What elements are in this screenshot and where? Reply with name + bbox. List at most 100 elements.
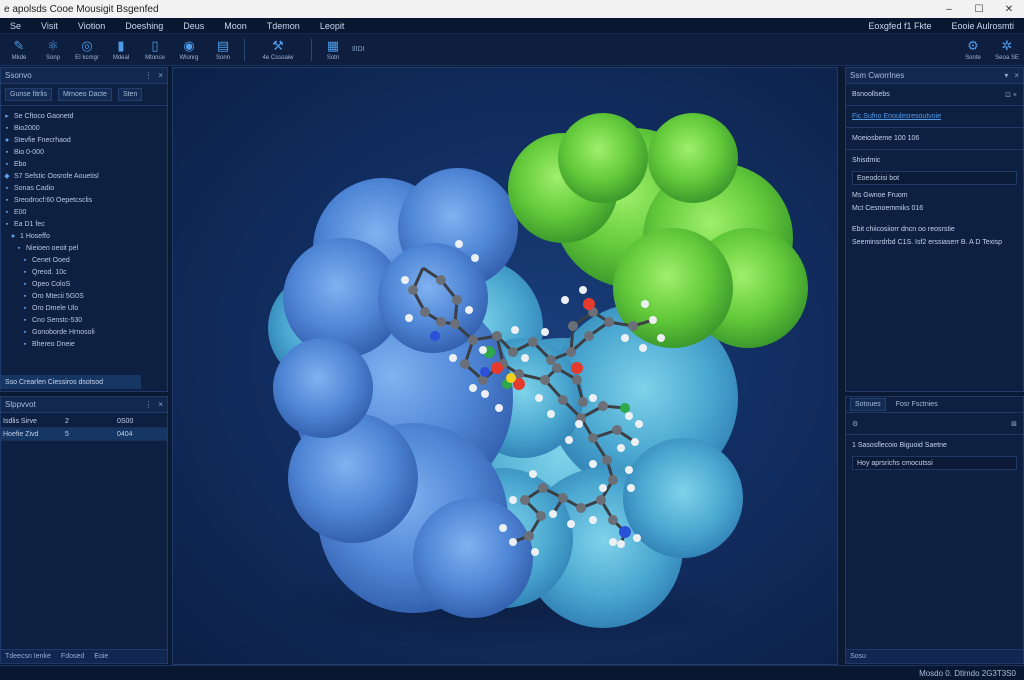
right-panel-header: Ssm Cworrlnes ▾ × <box>846 68 1023 84</box>
note-line: Seeminsrdrbd C1S. Isf2 erssiaserr B. A D… <box>852 239 1003 246</box>
tree-item-label: S7 Sefstic Oosrofe Aouetisl <box>14 172 99 180</box>
tree-item[interactable]: ▪ Opeo ColoS <box>3 278 165 290</box>
property-field[interactable]: Eoeodcisi bot <box>852 171 1017 185</box>
pin-icon[interactable]: ⋮ <box>144 400 152 409</box>
tool-button[interactable]: ▤ Sonn <box>206 35 240 65</box>
lock-icon[interactable]: ⊡ × <box>1005 91 1017 99</box>
tab[interactable]: Gunse fitrlis <box>5 88 52 101</box>
tool-button[interactable]: ▯ Mtonce <box>138 35 172 65</box>
item-icon: ▪ <box>5 160 9 168</box>
menu-item[interactable]: Leopit <box>310 21 355 31</box>
settings-icon: ✲ <box>1001 37 1013 53</box>
menu-item[interactable]: Tdemon <box>257 21 310 31</box>
menu-item[interactable]: Viotion <box>68 21 115 31</box>
tree-item-label: 1 Hoseffo <box>20 232 50 240</box>
tool-label: Sonte <box>965 54 981 61</box>
tree-item[interactable]: ▪ Bhereo Dneie <box>3 338 165 350</box>
right-lower-field[interactable]: Hoy aprsrichs cmocutssi <box>852 456 1017 470</box>
tree-item[interactable]: ▪ Gonoborde Hrnosoli <box>3 326 165 338</box>
menu-item[interactable]: Moon <box>214 21 257 31</box>
tool-button[interactable]: ✲ Seoa SE <box>990 35 1024 65</box>
tree-item[interactable]: ▪ Ebo <box>3 158 165 170</box>
tree-item-label: Gonoborde Hrnosoli <box>32 328 95 336</box>
tab[interactable]: Mrnoeo Dacte <box>57 88 112 101</box>
tool-button[interactable]: ⚙ Sonte <box>956 35 990 65</box>
tree-item-label: Opeo ColoS <box>32 280 71 288</box>
tree-item[interactable]: ▪ Qreod. 10c <box>3 266 165 278</box>
tree-item[interactable]: ▪ Oro Dmele Ulo <box>3 302 165 314</box>
tool-button[interactable]: ▮ Mdeal <box>104 35 138 65</box>
maximize-button[interactable]: ☐ <box>964 0 994 18</box>
divider <box>846 434 1023 435</box>
tool-button[interactable]: ◉ Wlonrg <box>172 35 206 65</box>
tool-button[interactable]: ⚒ 4e Cssoaiw <box>249 35 307 65</box>
tree-item[interactable]: ◆ S7 Sefstic Oosrofe Aouetisl <box>3 170 165 182</box>
tree-item[interactable]: ▪ Nieioen oeoit pel <box>3 242 165 254</box>
wrench-icon: ⚒ <box>272 37 284 53</box>
tree-item[interactable]: ▸ Se Cftoco Gaonetd <box>3 110 165 122</box>
tree-item-label: E00 <box>14 208 27 216</box>
menu-item[interactable]: Doeshing <box>115 21 173 31</box>
row-name: Hoefie Zivd <box>3 430 39 438</box>
main-toolbar: ✎ Mkde ⚛ Sonp ◎ EI kcmgr ▮ Mdeal ▯ Mtonce ◉ Wl… <box>0 34 1024 66</box>
grid-icon: ▦ <box>326 37 340 53</box>
tree-item[interactable]: ▪ Bio2000 <box>3 122 165 134</box>
item-icon: ▪ <box>23 256 27 264</box>
tree-item[interactable]: ● 1 Hoseffo <box>3 230 165 242</box>
protein-render <box>263 113 808 648</box>
footer-item[interactable]: Eoie <box>94 653 108 660</box>
dropdown-icon[interactable]: ▾ <box>1004 71 1008 80</box>
tree-item-label: Qreod. 10c <box>32 268 67 276</box>
tree-item[interactable]: ● Stevfie Fnecrhaod <box>3 134 165 146</box>
menu-item-right[interactable]: Eoxgfed f1 Fkte <box>858 21 941 31</box>
tree-item[interactable]: ▪ Sreodrocf:60 Oepetcsclis <box>3 194 165 206</box>
molecular-viewport[interactable] <box>172 67 838 665</box>
tree-item[interactable]: ▪ Cenet Ooed <box>3 254 165 266</box>
tab[interactable]: Sotoues <box>850 398 886 411</box>
right-panel-title: Ssm Cworrlnes <box>850 71 905 80</box>
menu-item[interactable]: Deus <box>173 21 214 31</box>
close-icon[interactable]: ⊠ <box>1011 420 1017 428</box>
tree-item[interactable]: ▪ Bio 0-000 <box>3 146 165 158</box>
window-title: e apolsds Cooe Mousigit Bsgenfed <box>4 3 159 15</box>
status-bar: Mosdo 0. Dtlmdo 2G3T3S0 <box>0 665 1024 680</box>
menu-item[interactable]: Visit <box>31 21 68 31</box>
tree-item[interactable]: ▪ Cno Senstc-530 <box>3 314 165 326</box>
footer-item[interactable]: Tdeecsn Ienke <box>5 653 51 660</box>
right-panel-highlight[interactable]: Fic Sufno Enoulesresoutvoie <box>846 110 1023 123</box>
minimize-button[interactable]: – <box>934 0 964 18</box>
tool-label: 4e Cssoaiw <box>262 54 294 61</box>
footer-item[interactable]: Sosu <box>850 653 866 660</box>
menu-item[interactable]: Se <box>0 21 31 31</box>
tree-item[interactable]: ▪ Oro Mtecii 5G0S <box>3 290 165 302</box>
tree-item[interactable]: ▪ E00 <box>3 206 165 218</box>
tree-item[interactable]: ▪ Sonas Cadio <box>3 182 165 194</box>
settings-icon[interactable]: ⚙ <box>852 420 858 428</box>
tool-button[interactable]: ◎ EI kcmgr <box>70 35 104 65</box>
table-row[interactable]: Hoefie Zivd 5 0404 <box>1 428 167 441</box>
tab[interactable]: Sten <box>117 88 143 101</box>
tree-item-label: Se Cftoco Gaonetd <box>14 112 74 120</box>
item-icon: ▪ <box>5 184 9 192</box>
table-row[interactable]: Isdlis Sirve 2 0S00 <box>1 415 167 428</box>
item-icon: ▪ <box>23 280 27 288</box>
menu-item-right[interactable]: Eooie Aulrosmti <box>941 21 1024 31</box>
tool-label: Seoa SE <box>995 54 1019 61</box>
tree-item-label: Bio2000 <box>14 124 40 132</box>
tool-button[interactable]: ▦ Sotn <box>316 35 350 65</box>
expand-icon[interactable]: ▸ <box>3 112 11 120</box>
tab[interactable]: Fosr Fsctnies <box>892 399 942 410</box>
pin-icon[interactable]: ⋮ <box>144 71 152 80</box>
item-icon: ▪ <box>5 208 9 216</box>
close-button[interactable]: ✕ <box>994 0 1024 18</box>
tree-item[interactable]: ▪ Ea D1 fec <box>3 218 165 230</box>
footer-item[interactable]: Fdosed <box>61 653 84 660</box>
close-icon[interactable]: × <box>158 71 163 80</box>
right-lower-tabs: Sotoues Fosr Fsctnies <box>846 397 1023 413</box>
close-icon[interactable]: × <box>158 400 163 409</box>
selected-row[interactable]: Sso Crearlen Ciessiros dsotsod <box>1 375 141 389</box>
tool-button[interactable]: ✎ Mkde <box>2 35 36 65</box>
tool-button[interactable]: ⚛ Sonp <box>36 35 70 65</box>
close-icon[interactable]: × <box>1014 71 1019 80</box>
row-count: 5 <box>65 430 69 438</box>
